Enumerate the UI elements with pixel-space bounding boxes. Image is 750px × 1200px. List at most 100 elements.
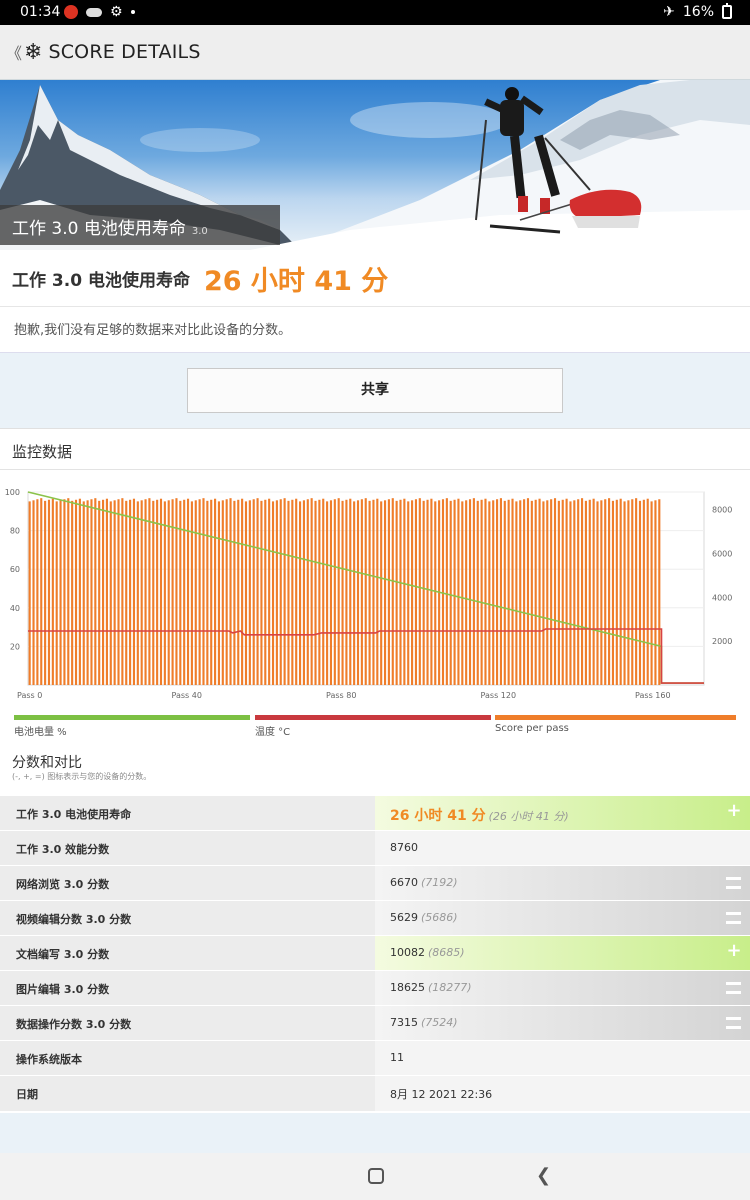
page-title: SCORE DETAILS <box>48 41 201 63</box>
score-bar <box>322 498 325 685</box>
score-bar <box>608 498 611 685</box>
score-bar <box>217 501 221 685</box>
score-bar <box>511 498 514 685</box>
score-bar <box>221 500 224 685</box>
score-bar <box>480 499 483 685</box>
score-bar <box>326 501 329 685</box>
cloud-icon <box>86 7 102 17</box>
row-score: 7315 <box>390 1016 418 1029</box>
score-bar <box>538 498 541 685</box>
score-bar <box>557 500 560 685</box>
equal-icon <box>726 912 741 924</box>
score-panel: 工作 3.0 电池使用寿命 26 小时 41 分 <box>0 250 750 307</box>
score-bar <box>422 500 425 685</box>
score-bar <box>299 501 302 685</box>
right-axis-tick-label: 6000 <box>712 549 732 558</box>
more-notifications-dot-icon <box>130 10 135 14</box>
score-bar <box>356 500 360 685</box>
row-label: 数据操作分数 3.0 分数 <box>0 1006 375 1041</box>
score-bar <box>341 500 344 685</box>
score-bar <box>611 500 615 685</box>
left-axis-tick-label: 20 <box>10 642 20 651</box>
score-bar <box>596 501 599 685</box>
score-bar <box>264 499 267 685</box>
back-icon[interactable]: 《 <box>6 40 22 64</box>
score-bar <box>86 500 89 685</box>
score-bar <box>592 498 595 685</box>
left-axis-tick-label: 100 <box>5 488 20 497</box>
score-bar <box>461 501 464 685</box>
row-label: 网络浏览 3.0 分数 <box>0 866 375 901</box>
score-bar <box>283 498 286 685</box>
table-row: 操作系统版本 11 <box>0 1040 750 1076</box>
score-bar <box>488 501 491 685</box>
score-bar <box>318 499 321 685</box>
score-bar <box>248 500 251 685</box>
score-bar <box>194 500 197 685</box>
equal-icon <box>726 1017 741 1029</box>
score-bar <box>631 499 634 685</box>
x-axis-tick-label: Pass 0 <box>17 691 42 700</box>
score-bar <box>573 500 576 685</box>
score-bar <box>132 498 136 685</box>
score-bar <box>252 499 255 685</box>
score-bar <box>519 500 522 685</box>
row-score: 5629 <box>390 911 418 924</box>
score-bar <box>333 499 336 685</box>
score-bar <box>244 501 248 685</box>
comparison-table: 工作 3.0 电池使用寿命 26 小时 41 分 (26 小时 41 分) + 工… <box>0 795 750 1111</box>
app-bar: 《 ❄ SCORE DETAILS <box>0 25 750 80</box>
back-nav-icon[interactable]: ❮ <box>536 1165 551 1186</box>
score-bar <box>105 498 108 685</box>
x-axis-tick-label: Pass 80 <box>326 691 356 700</box>
score-bar <box>225 499 228 685</box>
home-icon[interactable] <box>368 1168 384 1184</box>
share-button[interactable]: 共享 <box>187 368 563 413</box>
score-bar <box>55 501 58 685</box>
score-bar <box>658 499 661 685</box>
score-bar <box>635 498 638 685</box>
score-bar <box>291 499 294 685</box>
row-value: 11 <box>375 1041 750 1076</box>
legend-label-score: Score per pass <box>495 723 569 734</box>
score-bar <box>94 498 97 685</box>
battery-icon <box>722 3 732 19</box>
score-bar <box>550 499 553 685</box>
table-row: 图片编辑 3.0 分数 18625 (18277) <box>0 970 750 1006</box>
score-bar <box>395 500 398 685</box>
row-score: 8月 12 2021 22:36 <box>390 1088 493 1101</box>
score-bar <box>40 498 43 685</box>
row-value: 26 小时 41 分 (26 小时 41 分) + <box>375 796 750 831</box>
status-time: 01:34 <box>20 4 61 20</box>
score-bar <box>260 500 263 685</box>
airplane-mode-icon: ✈ <box>663 4 675 20</box>
score-bar <box>113 500 116 685</box>
score-bar <box>163 501 166 685</box>
table-row: 文档编写 3.0 分数 10082 (8685) + <box>0 935 750 971</box>
score-bar <box>129 499 132 685</box>
plus-icon: + <box>726 940 742 961</box>
score-bar <box>214 498 217 685</box>
row-value: 10082 (8685) + <box>375 936 750 971</box>
score-bar <box>237 499 240 685</box>
score-bar <box>302 500 305 685</box>
left-axis-tick-label: 40 <box>10 604 20 613</box>
status-notification-icons: ⚙ <box>64 4 135 20</box>
status-bar: 01:34 ⚙ ✈ 16% <box>0 0 750 25</box>
score-bar <box>646 498 649 685</box>
row-score: 10082 <box>390 946 425 959</box>
divider <box>0 469 750 470</box>
score-bar <box>74 499 78 685</box>
score-bar <box>233 500 236 685</box>
score-bar <box>345 499 348 685</box>
score-bar <box>117 499 120 685</box>
score-bar <box>426 499 429 685</box>
score-bar <box>650 501 653 685</box>
score-bar <box>337 498 340 685</box>
score-bar <box>496 499 499 685</box>
score-bar <box>63 499 66 685</box>
score-bar <box>349 498 352 685</box>
score-bar <box>329 500 333 685</box>
score-bar <box>183 499 186 685</box>
table-row: 数据操作分数 3.0 分数 7315 (7524) <box>0 1005 750 1041</box>
